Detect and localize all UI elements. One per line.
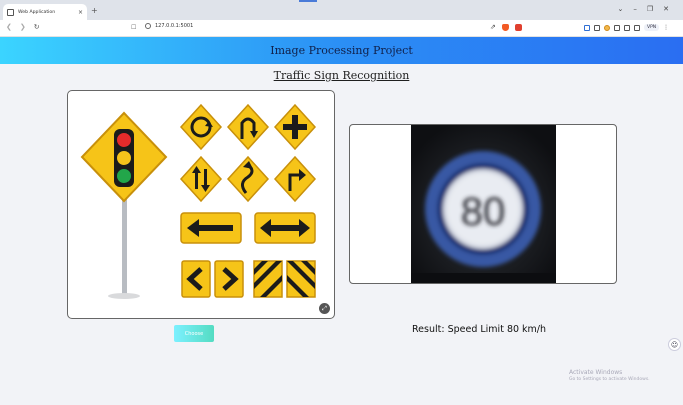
green-light <box>117 169 131 183</box>
image-bottom-shade <box>411 273 556 283</box>
reload-icon[interactable]: ↻ <box>34 23 40 31</box>
address-bar-actions: ⇗ <box>490 23 522 31</box>
page-header-title: Image Processing Project <box>270 44 413 57</box>
watermark-subtitle: Go to Settings to activate Windows. <box>569 377 650 382</box>
processed-image-card: 80 <box>349 124 617 284</box>
page-subtitle: Traffic Sign Recognition <box>273 69 410 82</box>
back-arrow-icon[interactable]: ❮ <box>6 23 12 31</box>
chevron-left-sign <box>181 260 211 298</box>
share-icon[interactable]: ⇗ <box>490 23 496 31</box>
chevron-right-sign <box>214 260 244 298</box>
close-window-button[interactable]: ✕ <box>663 5 669 13</box>
red-light <box>117 133 131 147</box>
yellow-light <box>117 151 131 165</box>
browser-tabstrip: Web Application × + ⌄ – ❐ ✕ <box>0 0 683 20</box>
page-favicon-icon <box>7 8 14 16</box>
choose-file-button[interactable]: Choose <box>174 325 214 342</box>
site-info-icon[interactable] <box>145 23 151 29</box>
extension-toolbar: VPN ⋮ <box>584 24 669 31</box>
reading-list-icon[interactable] <box>594 24 600 31</box>
brave-rewards-icon[interactable] <box>514 23 522 31</box>
uploaded-image-card: ⤢ <box>67 90 335 319</box>
header-banner: Image Processing Project <box>0 37 683 64</box>
extension-icon[interactable] <box>604 24 610 31</box>
restore-button[interactable]: ❐ <box>647 5 653 13</box>
tab-drag-indicator <box>299 0 317 2</box>
hazard-stripes-sign-right <box>286 260 316 298</box>
roundabout-sign <box>179 103 223 151</box>
minimize-button[interactable]: – <box>633 5 637 13</box>
crossroad-sign <box>273 103 317 151</box>
url-text[interactable]: 127.0.0.1:5001 <box>155 23 193 29</box>
left-arrow-sign <box>180 212 242 244</box>
bookmark-icon[interactable]: ☐ <box>131 24 136 31</box>
downloads-icon[interactable] <box>634 24 640 31</box>
tab-title: Web Application <box>18 9 56 15</box>
navigation-buttons: ❮ ❯ ↻ <box>6 23 40 31</box>
brave-shield-icon[interactable] <box>501 23 509 31</box>
window-controls: ⌄ – ❐ ✕ <box>617 5 669 13</box>
u-turn-sign <box>226 103 270 151</box>
activate-windows-watermark: Activate Windows Go to Settings to activ… <box>569 369 650 382</box>
wallet-icon[interactable] <box>624 24 630 31</box>
new-tab-button[interactable]: + <box>91 6 98 15</box>
address-bar[interactable]: 127.0.0.1:5001 <box>145 23 193 29</box>
browser-tab[interactable]: Web Application × <box>3 4 87 20</box>
menu-icon[interactable]: ⋮ <box>663 24 669 31</box>
expand-icon[interactable]: ⤢ <box>319 303 330 314</box>
right-turn-sign <box>273 155 317 203</box>
puzzle-extensions-icon[interactable] <box>614 24 620 31</box>
double-arrow-sign <box>254 212 316 244</box>
help-chat-icon[interactable]: ☺ <box>668 338 681 351</box>
winding-road-sign <box>226 155 270 203</box>
forward-arrow-icon[interactable]: ❯ <box>20 23 26 31</box>
close-tab-icon[interactable]: × <box>78 9 83 16</box>
sidebar-icon[interactable] <box>584 24 590 31</box>
tab-search-button[interactable]: ⌄ <box>617 5 623 13</box>
watermark-title: Activate Windows <box>569 369 623 376</box>
browser-toolbar: ❮ ❯ ↻ ☐ 127.0.0.1:5001 ⇗ VPN ⋮ <box>0 20 683 37</box>
two-way-traffic-sign <box>179 155 223 203</box>
vpn-button[interactable]: VPN <box>644 24 660 31</box>
speed-limit-number: 80 <box>461 190 506 234</box>
traffic-signs-illustration <box>80 103 317 299</box>
sign-pole <box>122 199 127 295</box>
speed-limit-image: 80 <box>411 125 556 283</box>
pole-base <box>108 293 140 299</box>
result-label: Result: Speed Limit 80 km/h <box>412 324 547 335</box>
hazard-stripes-sign-left <box>253 260 283 298</box>
